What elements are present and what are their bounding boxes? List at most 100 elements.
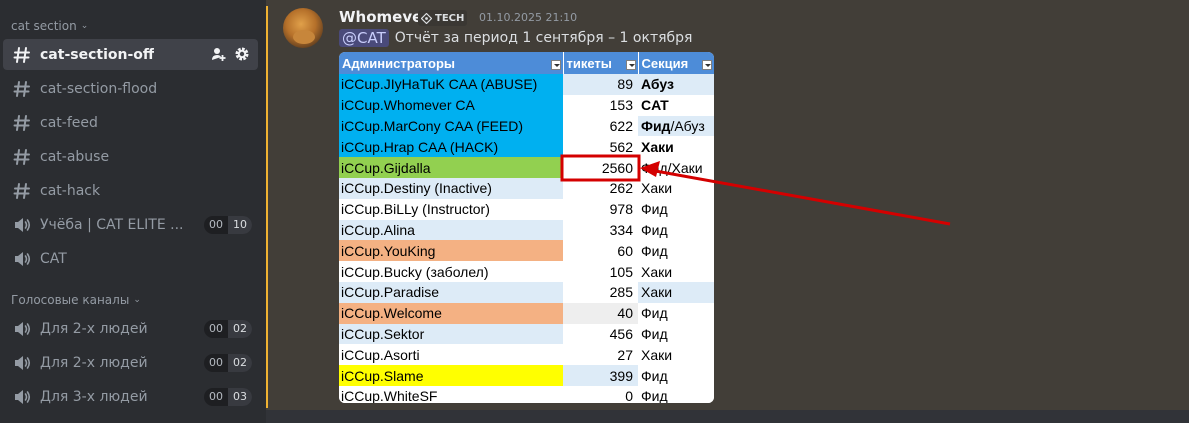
tickets-cell: 978 (563, 198, 638, 220)
discord-app: cat section ⌄ cat-section-off cat-section… (0, 0, 1189, 423)
table-row: iCCup.Gijdalla 2560 Фид/Хаки (339, 157, 714, 178)
column-header: Администраторы (339, 52, 563, 74)
admin-cell: iCCup.Destiny (Inactive) (339, 177, 563, 199)
voice-channel[interactable]: Для 2-х людей 00 02 (3, 313, 258, 344)
sidebar-channel-cat-abuse[interactable]: cat-abuse (3, 141, 258, 172)
admin-cell: iCCup.Paradise (339, 281, 563, 303)
table-header-row: Администраторы тикеты Секция (339, 52, 714, 74)
table-row: iCCup.Whomever CA 153 CAT (339, 94, 714, 116)
channel-name: cat-section-flood (40, 80, 158, 97)
chevron-down-icon: ⌄ (80, 21, 89, 31)
voice-channel[interactable]: Для 2-х людей 00 02 (3, 347, 258, 378)
server-tag-label: TECH (435, 12, 465, 24)
user-count: 00 (209, 322, 223, 335)
voice-channel[interactable]: CAT (3, 243, 258, 274)
user-limit: 03 (228, 388, 252, 406)
channel-name: cat-hack (40, 182, 101, 199)
message-author[interactable]: Whomever (339, 8, 430, 26)
sidebar-channel-cat-section-off[interactable]: cat-section-off (3, 39, 258, 70)
section-cell: Хаки (638, 344, 714, 366)
admin-cell: iCCup.JIyHaTuK CAA (ABUSE) (339, 74, 563, 95)
table-row: iCCup.JIyHaTuK CAA (ABUSE) 89 Абуз (339, 74, 714, 95)
add-member-icon[interactable] (210, 46, 226, 66)
admin-cell: iCCup.WhiteSF (339, 385, 563, 403)
voice-channel-name: Для 2-х людей (40, 320, 148, 337)
section-cell: Фид/Хаки (638, 157, 714, 178)
speaker-icon (12, 249, 32, 269)
section-cell: Хаки (638, 136, 714, 158)
admin-cell: iCCup.Welcome (339, 302, 563, 324)
channel-name: cat-feed (40, 114, 98, 131)
voice-category-header[interactable]: Голосовые каналы ⌄ (0, 288, 266, 312)
voice-channel[interactable]: Учёба | CAT ELITE ... 00 10 (3, 209, 258, 240)
section-value: Фид (641, 305, 668, 322)
tickets-cell: 399 (563, 365, 638, 386)
section-rest: /Абуз (670, 117, 705, 134)
channel-sidebar: cat section ⌄ cat-section-off cat-section… (0, 0, 266, 423)
tickets-cell: 60 (563, 240, 638, 262)
category-header[interactable]: cat section ⌄ (0, 14, 266, 38)
section-cell: Фид (638, 365, 714, 386)
section-cell: Хаки (638, 281, 714, 303)
table-row: iCCup.Alina 334 Фид (339, 219, 714, 241)
sidebar-channel-cat-section-flood[interactable]: cat-section-flood (3, 73, 258, 104)
tickets-cell: 262 (563, 177, 638, 199)
tickets-cell: 334 (563, 219, 638, 241)
admin-cell: iCCup.YouKing (339, 240, 563, 262)
section-cell: Фид (638, 323, 714, 345)
category-title: cat section (11, 19, 77, 33)
section-cell: Фид (638, 385, 714, 403)
user-count: 00 (209, 390, 223, 403)
section-bold-part: Фид (641, 117, 671, 134)
table-row: iCCup.BiLLy (Instructor) 978 Фид (339, 198, 714, 220)
tickets-cell: 0 (563, 385, 638, 403)
voice-channel-name: Для 2-х людей (40, 354, 148, 371)
voice-channel-name: CAT (40, 250, 67, 267)
chevron-down-icon: ⌄ (133, 295, 141, 305)
hash-icon (12, 147, 32, 167)
voice-channel-name: Учёба | CAT ELITE ... (40, 216, 184, 233)
user-limit-badge: 00 03 (204, 388, 252, 406)
user-limit-badge: 00 10 (204, 216, 252, 234)
table-row: iCCup.Sektor 456 Фид (339, 323, 714, 345)
table-row: iCCup.Asorti 27 Хаки (339, 344, 714, 366)
table-row: iCCup.Welcome 40 Фид (339, 302, 714, 324)
section-cell: Фид (638, 302, 714, 324)
server-tag[interactable]: TECH (418, 10, 468, 26)
user-limit-badge: 00 02 (204, 354, 252, 372)
avatar[interactable] (283, 8, 323, 48)
voice-channel[interactable]: Для 3-х людей 00 03 (3, 381, 258, 412)
gear-icon[interactable] (234, 46, 250, 66)
sidebar-channel-cat-feed[interactable]: cat-feed (3, 107, 258, 138)
admin-cell: iCCup.Bucky (заболел) (339, 261, 563, 282)
tickets-cell: 27 (563, 344, 638, 366)
table-row: iCCup.MarCony CAA (FEED) 622 Фид/Абуз (339, 115, 714, 137)
table-row: iCCup.Slame 399 Фид (339, 365, 714, 386)
section-value: Хаки (641, 138, 674, 155)
sidebar-channel-cat-hack[interactable]: cat-hack (3, 175, 258, 206)
role-mention[interactable]: @CAT (339, 29, 389, 47)
diamond-icon (421, 12, 432, 24)
attached-spreadsheet-image[interactable]: Администраторы тикеты Секция iCCup.JIyHa… (339, 52, 714, 403)
tickets-cell: 40 (563, 302, 638, 324)
user-limit: 02 (228, 320, 252, 338)
table-row: iCCup.Paradise 285 Хаки (339, 281, 714, 303)
voice-category-title: Голосовые каналы (11, 293, 130, 307)
section-value: Хаки (641, 180, 673, 197)
section-cell: Фид (638, 198, 714, 220)
speaker-icon (12, 319, 32, 339)
mention-highlight-bar (266, 6, 268, 408)
admin-cell: iCCup.Gijdalla (339, 157, 563, 178)
speaker-icon (12, 215, 32, 235)
channel-name: cat-abuse (40, 148, 110, 165)
admin-cell: iCCup.Asorti (339, 344, 563, 366)
user-limit: 10 (228, 216, 252, 234)
admin-cell: iCCup.Alina (339, 219, 563, 241)
user-count: 00 (209, 356, 223, 369)
tickets-cell: 153 (563, 94, 638, 116)
section-cell: Хаки (638, 177, 714, 199)
tickets-cell: 562 (563, 136, 638, 158)
section-value: Фид (641, 201, 668, 218)
section-value: Хаки (641, 284, 673, 301)
tickets-cell: 89 (563, 74, 638, 95)
